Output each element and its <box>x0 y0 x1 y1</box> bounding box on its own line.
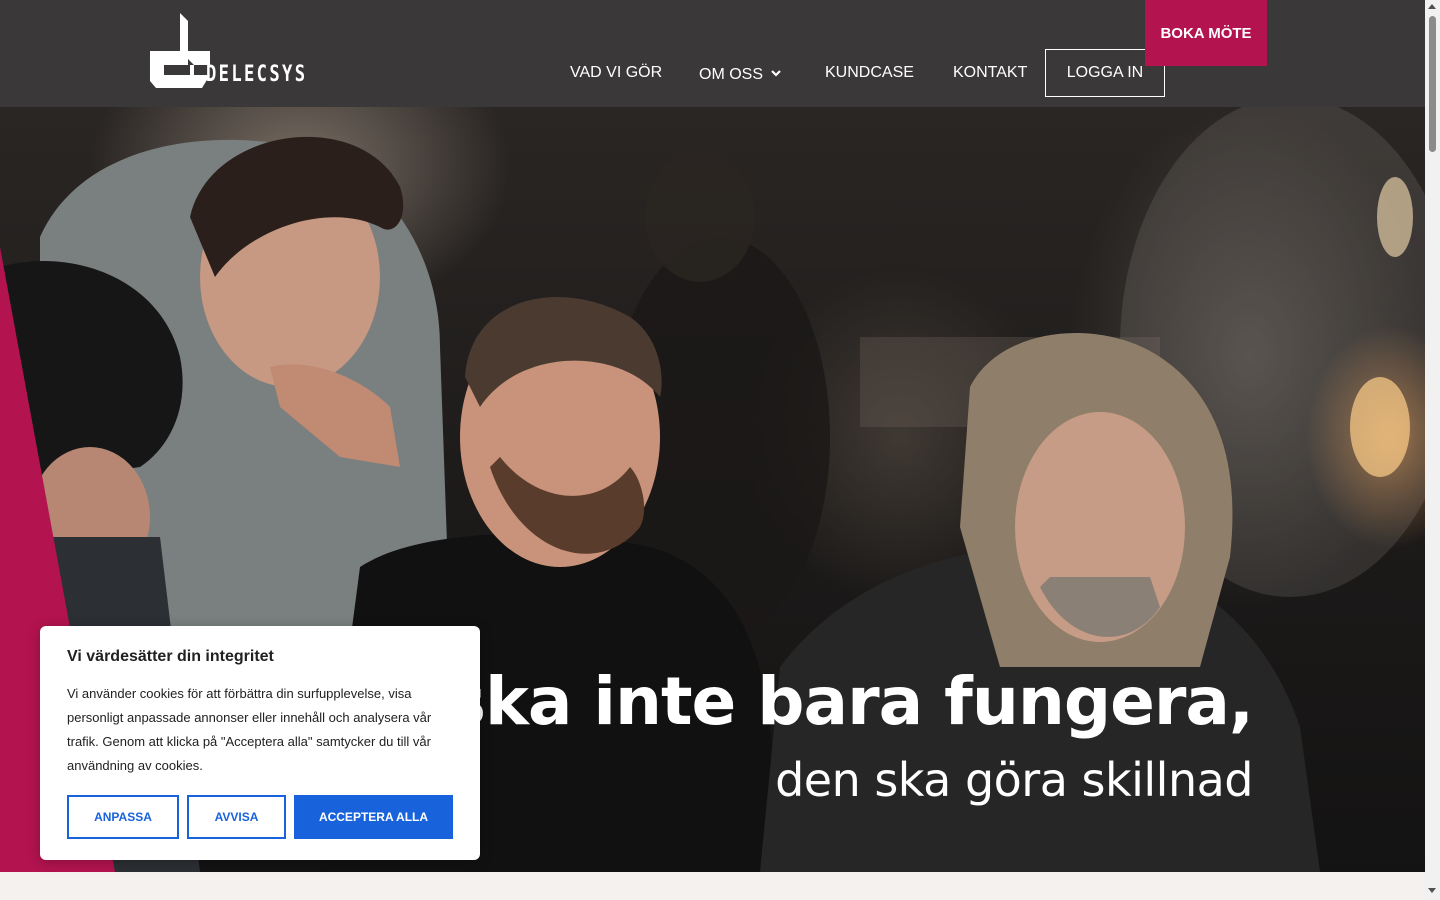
nav-item-om-oss[interactable]: OM OSS <box>699 62 781 86</box>
cookie-description: Vi använder cookies för att förbättra di… <box>67 686 432 773</box>
next-section-peek <box>0 872 1425 900</box>
scroll-down-arrow-icon[interactable] <box>1428 888 1436 893</box>
page-scrollbar[interactable] <box>1425 0 1440 900</box>
cookie-accept-all-button[interactable]: ACCEPTERA ALLA <box>294 795 453 839</box>
book-meeting-button[interactable]: BOKA MÖTE <box>1145 0 1267 66</box>
scroll-up-arrow-icon[interactable] <box>1428 4 1436 9</box>
logo-mark-icon <box>150 13 210 88</box>
site-header: DELECSYS VAD VI GÖR OM OSS KUNDCASE KONT… <box>0 0 1425 107</box>
cookie-customize-button[interactable]: ANPASSA <box>67 795 179 839</box>
scroll-thumb[interactable] <box>1429 16 1436 152</box>
nav-item-kundcase[interactable]: KUNDCASE <box>825 62 914 84</box>
delecsys-logo[interactable]: DELECSYS <box>150 13 325 89</box>
cookie-reject-button[interactable]: AVVISA <box>187 795 286 839</box>
cookie-consent-banner: Vi värdesätter din integritet Vi använde… <box>40 626 480 860</box>
hero-subline: den ska göra skillnad <box>775 753 1253 807</box>
nav-item-om-oss-label: OM OSS <box>699 66 764 83</box>
chevron-down-icon <box>771 62 781 84</box>
logo-wordmark: DELECSYS <box>206 62 308 87</box>
nav-item-vad-vi-gor[interactable]: VAD VI GÖR <box>570 62 662 84</box>
nav-item-kontakt[interactable]: KONTAKT <box>953 62 1027 84</box>
cookie-title: Vi värdesätter din integritet <box>67 648 274 665</box>
